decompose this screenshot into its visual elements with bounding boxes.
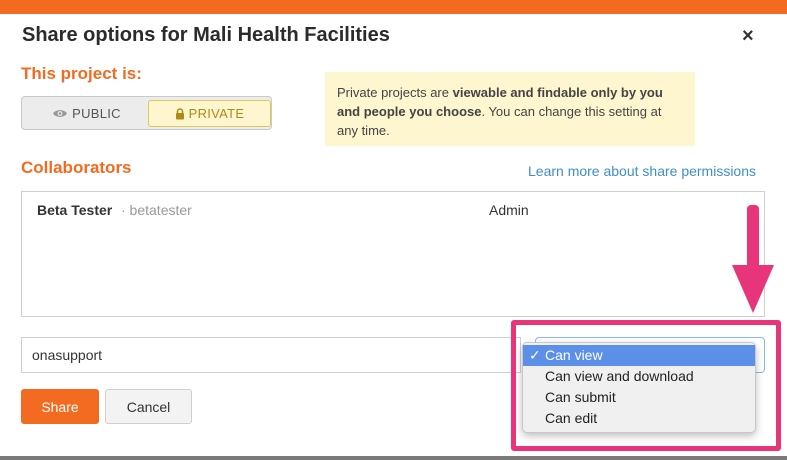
option-label: Can view and download: [545, 368, 694, 384]
option-label: Can submit: [545, 389, 616, 405]
username-input[interactable]: [21, 337, 521, 373]
option-can-edit[interactable]: Can edit: [523, 408, 755, 429]
permission-dropdown: ✓ Can view Can view and download Can sub…: [522, 342, 756, 433]
option-can-view-and-download[interactable]: Can view and download: [523, 366, 755, 387]
collaborator-role: Admin: [489, 202, 529, 218]
lock-icon: [175, 107, 185, 120]
info-text-prefix: Private projects are: [337, 85, 453, 100]
option-label: Can edit: [545, 410, 598, 426]
collaborator-username: · betatester: [121, 202, 192, 218]
collaborators-heading: Collaborators: [21, 158, 132, 177]
checkmark-icon: ✓: [529, 347, 541, 363]
privacy-info-box: Private projects are viewable and findab…: [325, 72, 695, 146]
learn-more-link[interactable]: Learn more about share permissions: [528, 163, 756, 179]
option-label: Can view: [545, 347, 603, 363]
private-option[interactable]: PRIVATE: [148, 100, 271, 127]
cancel-button[interactable]: Cancel: [105, 389, 192, 424]
collaborators-list: Beta Tester · betatester Admin: [21, 191, 765, 317]
option-can-view[interactable]: ✓ Can view: [523, 345, 755, 366]
share-button[interactable]: Share: [21, 389, 99, 424]
privacy-toggle: PUBLIC PRIVATE: [21, 96, 272, 130]
private-label: PRIVATE: [188, 106, 245, 121]
close-button[interactable]: ×: [742, 26, 754, 46]
top-accent-bar: [0, 0, 787, 14]
modal-title: Share options for Mali Health Facilities: [22, 24, 390, 46]
eye-icon: [52, 108, 68, 119]
collaborator-name: Beta Tester: [37, 202, 113, 218]
annotation-arrow-icon: [732, 205, 774, 313]
option-can-submit[interactable]: Can submit: [523, 387, 755, 408]
public-label: PUBLIC: [72, 106, 121, 121]
privacy-heading: This project is:: [21, 64, 142, 83]
bottom-edge: [0, 456, 787, 460]
public-option[interactable]: PUBLIC: [25, 100, 148, 127]
